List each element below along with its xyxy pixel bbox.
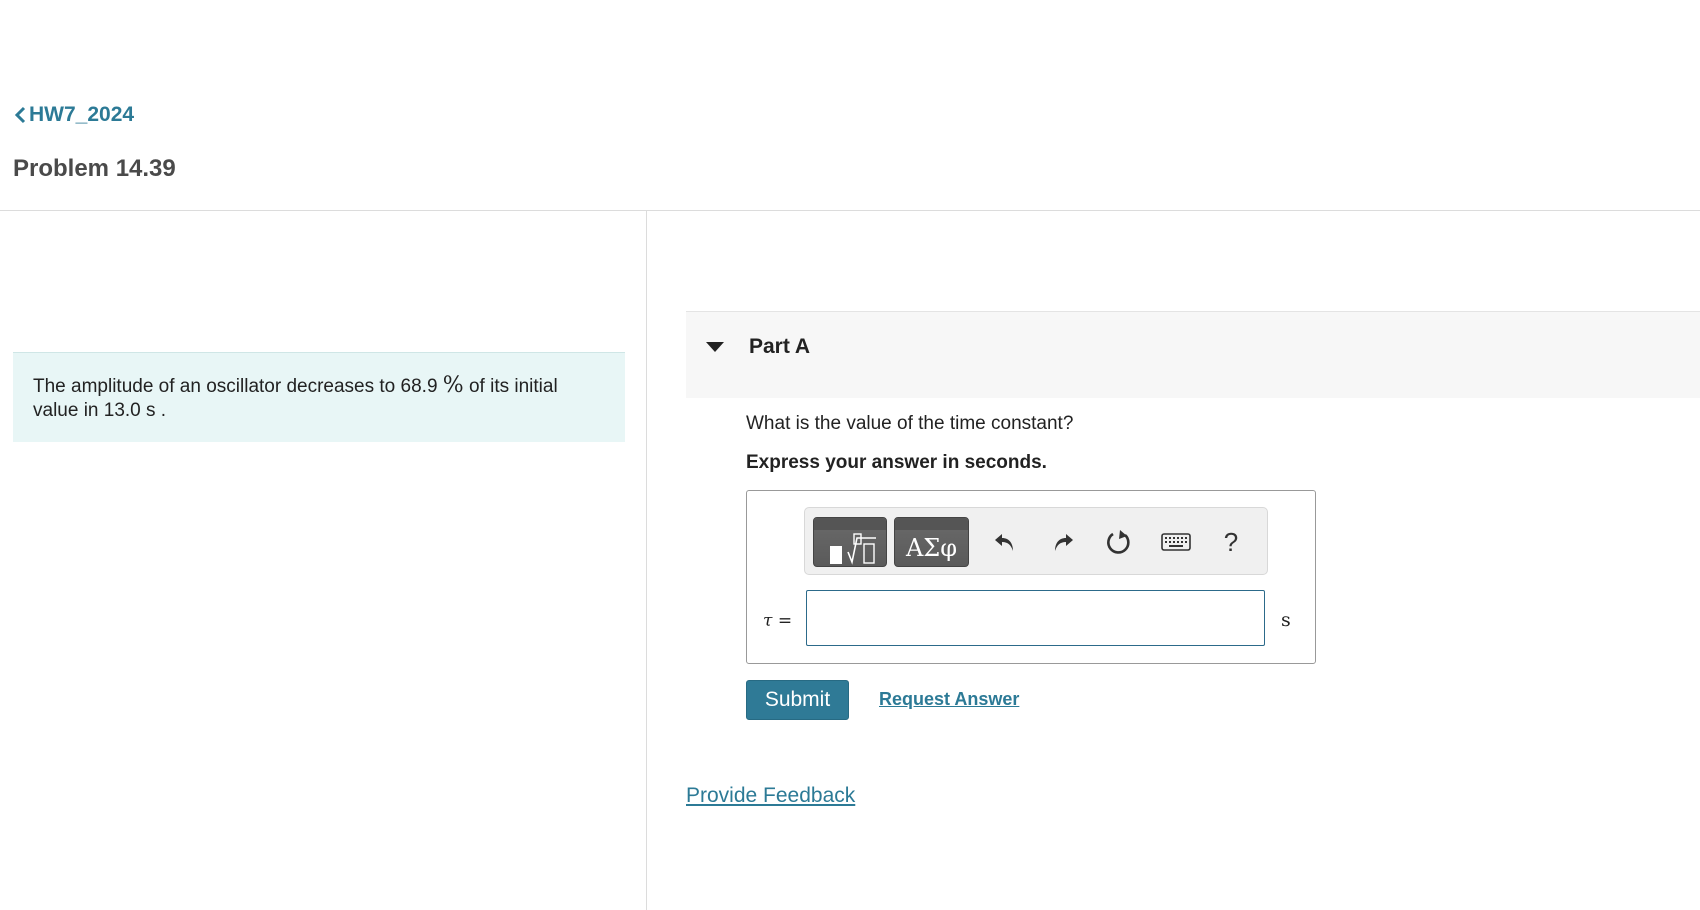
undo-icon [995, 534, 1013, 551]
percent-symbol: % [442, 373, 464, 398]
keyboard-icon [1161, 533, 1191, 551]
reset-icon [1107, 530, 1130, 554]
help-icon: ? [1223, 526, 1239, 557]
redo-button[interactable] [1047, 526, 1079, 558]
equals-sign: = [777, 611, 793, 631]
column-divider [646, 211, 647, 910]
answer-box: ΑΣφ ? τ = s [746, 490, 1316, 664]
question-text: What is the value of the time constant? [746, 413, 1074, 434]
answer-variable-label: τ = [763, 611, 792, 631]
problem-statement: The amplitude of an oscillator decreases… [13, 352, 625, 442]
answer-unit: s [1281, 609, 1291, 631]
keyboard-button[interactable] [1160, 526, 1192, 558]
part-title: Part A [749, 335, 811, 358]
back-link-label: HW7_2024 [29, 103, 135, 126]
templates-icon [830, 533, 876, 565]
submit-button[interactable]: Submit [746, 680, 849, 720]
tau-symbol: τ [763, 611, 773, 631]
provide-feedback-link[interactable]: Provide Feedback [686, 784, 855, 808]
greek-letters-label: ΑΣφ [905, 534, 958, 562]
back-to-assignment-link[interactable]: HW7_2024 [13, 103, 134, 127]
problem-text-before: The amplitude of an oscillator decreases… [33, 376, 443, 397]
page-title: Problem 14.39 [13, 155, 176, 182]
header-divider [0, 210, 1700, 211]
redo-icon [1055, 534, 1073, 551]
math-toolbar: ΑΣφ ? [804, 507, 1268, 575]
answer-input[interactable] [806, 590, 1265, 646]
answer-instruction: Express your answer in seconds. [746, 452, 1047, 473]
request-answer-link[interactable]: Request Answer [879, 689, 1019, 710]
templates-button[interactable] [813, 517, 887, 567]
help-button[interactable]: ? [1215, 526, 1247, 558]
caret-down-icon [706, 342, 724, 352]
chevron-left-icon [14, 106, 26, 124]
reset-button[interactable] [1103, 526, 1135, 558]
part-a-header[interactable]: Part A [686, 311, 1700, 398]
undo-button[interactable] [989, 526, 1021, 558]
page-root: HW7_2024 Problem 14.39 The amplitude of … [0, 0, 1700, 910]
greek-letters-button[interactable]: ΑΣφ [894, 517, 969, 567]
